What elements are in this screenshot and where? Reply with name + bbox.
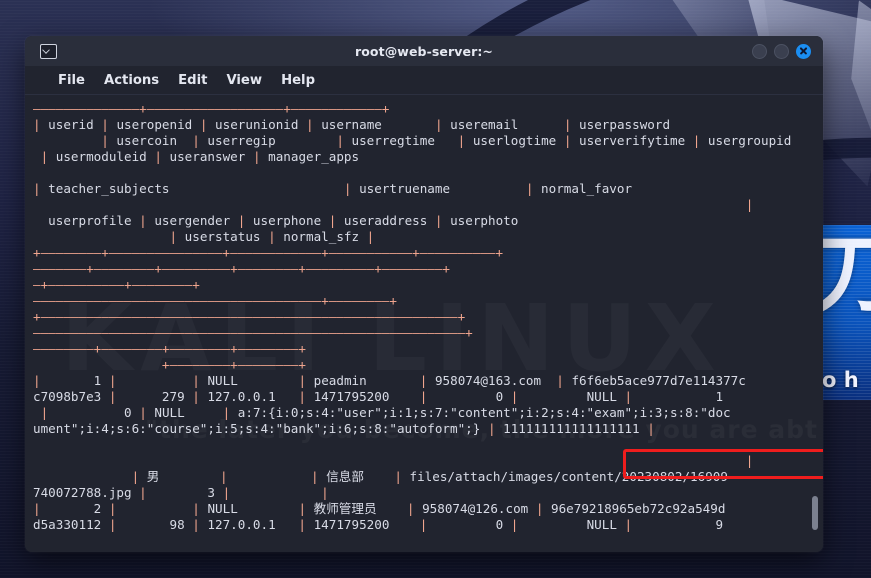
terminal-line: | teacher_subjects | usertruename | norm… xyxy=(33,181,633,196)
terminal-line: ——————————————+——————————————————+——————… xyxy=(33,101,390,116)
terminal-line: ument";i:4;s:6:"course";i:5;s:4:"bank";i… xyxy=(33,421,655,436)
terminal-line: | 男 | | 信息部 | files/attach/images/conten… xyxy=(131,469,728,484)
terminal-line: userprofile | usergender | userphone | u… xyxy=(33,213,519,228)
terminal-line: +———————————————————————————————————————… xyxy=(33,309,466,324)
terminal-line: | xyxy=(745,197,754,212)
terminal-icon xyxy=(40,43,57,59)
terminal-line: +————————+———————————————+————————————+—… xyxy=(33,245,504,260)
menu-item-help[interactable]: Help xyxy=(281,73,315,88)
menu-item-view[interactable]: View xyxy=(226,73,262,88)
menu-item-actions[interactable]: Actions xyxy=(104,73,159,88)
terminal-line: d5a330112 | 98 | 127.0.0.1 | 1471795200 … xyxy=(33,517,724,532)
terminal-line: 740072788.jpg | 3 | | xyxy=(33,485,329,500)
scrollbar-thumb[interactable] xyxy=(812,496,818,530)
terminal-window[interactable]: root@web-server:~ File Actions Edit View… xyxy=(25,36,823,552)
terminal-line: —+——————————+————————+ xyxy=(33,277,200,292)
maximize-button[interactable] xyxy=(774,43,789,59)
terminal-line: ———————+————————+—————————+————————+————… xyxy=(33,261,451,276)
terminal-line: ————————————————————————————————————————… xyxy=(33,325,473,340)
terminal-line: | 0 | NULL | a:7:{i:0;s:4:"user";i:1;s:7… xyxy=(40,405,731,420)
vertical-scrollbar[interactable] xyxy=(809,95,821,552)
terminal-line: | 2 | | NULL | 教师管理员 | 958074@126.com | … xyxy=(33,501,726,516)
terminal-line: | usercoin | userregip | userregtime | u… xyxy=(101,133,792,148)
minimize-button[interactable] xyxy=(752,43,767,59)
terminal-line: | userstatus | normal_sfz | xyxy=(169,229,375,244)
terminal-line: +————————+————————+ xyxy=(161,357,306,372)
terminal-line: ————————+————————+————————+————————+ xyxy=(33,341,306,356)
terminal-line: | userid | useropenid | userunionid | us… xyxy=(33,117,671,132)
menu-bar[interactable]: File Actions Edit View Help xyxy=(25,66,823,95)
terminal-line: | 1 | | NULL | peadmin | 958074@163.com … xyxy=(33,373,746,388)
terminal-line: | xyxy=(745,453,754,468)
terminal-line: c7098b7e3 | 279 | 127.0.0.1 | 1471795200… xyxy=(33,389,724,404)
terminal-output-area[interactable]: KALI LINUX "the later you become, the mo… xyxy=(25,95,823,552)
window-title: root@web-server:~ xyxy=(354,43,494,59)
close-button[interactable] xyxy=(796,43,811,59)
window-controls[interactable] xyxy=(752,43,815,59)
terminal-line: | usermoduleid | useranswer | manager_ap… xyxy=(40,149,360,164)
terminal-text: ——————————————+——————————————————+——————… xyxy=(25,95,823,533)
menu-item-file[interactable]: File xyxy=(58,73,85,88)
terminal-line: ——————————————————————————————————————+—… xyxy=(33,293,397,308)
window-titlebar[interactable]: root@web-server:~ xyxy=(25,36,823,66)
menu-item-edit[interactable]: Edit xyxy=(178,73,207,88)
